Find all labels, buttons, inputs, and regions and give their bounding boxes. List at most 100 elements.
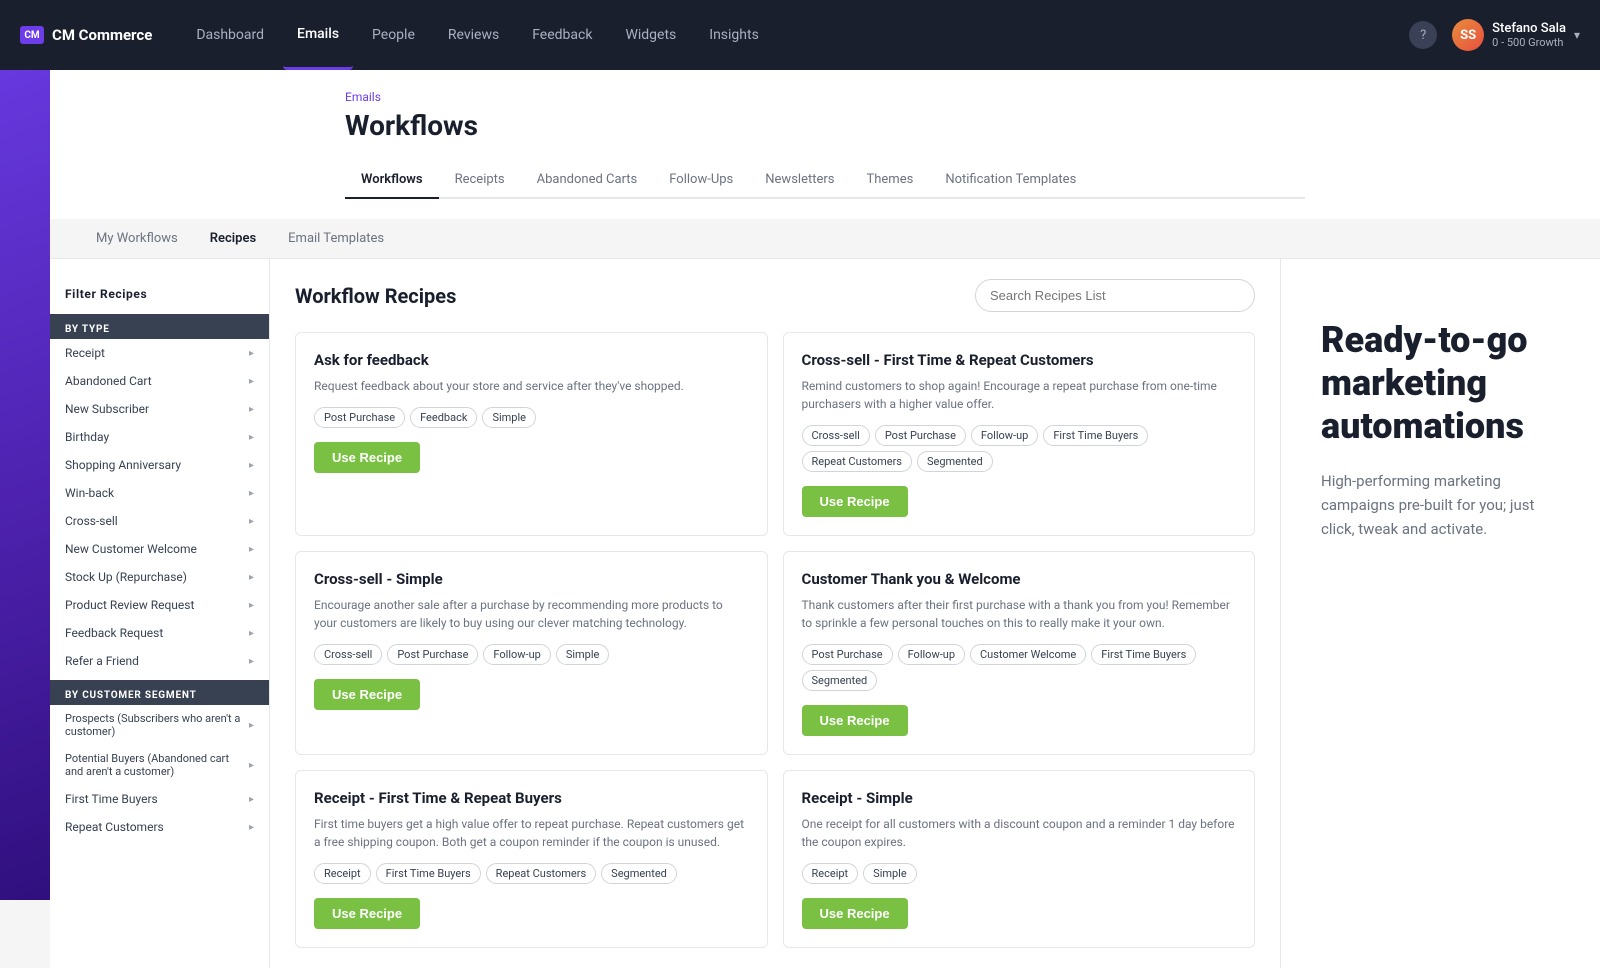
chevron-right-icon: ▸ bbox=[249, 760, 254, 771]
help-button[interactable]: ? bbox=[1409, 21, 1437, 49]
sidebar-section-by-type: BY TYPE bbox=[50, 314, 269, 339]
use-recipe-button[interactable]: Use Recipe bbox=[314, 442, 420, 473]
recipe-card-receipt-repeat: Receipt - First Time & Repeat Buyers Fir… bbox=[295, 770, 768, 948]
right-panel-description: High-performing marketing campaigns pre-… bbox=[1321, 469, 1560, 541]
sidebar-item-stock-up[interactable]: Stock Up (Repurchase) ▸ bbox=[50, 563, 269, 591]
sidebar-item-refer-friend[interactable]: Refer a Friend ▸ bbox=[50, 647, 269, 675]
sidebar-item-potential-buyers[interactable]: Potential Buyers (Abandoned cart and are… bbox=[50, 745, 269, 785]
sidebar-item-receipt[interactable]: Receipt ▸ bbox=[50, 339, 269, 367]
sidebar-item-prospects[interactable]: Prospects (Subscribers who aren't a cust… bbox=[50, 705, 269, 745]
sidebar-item-cross-sell[interactable]: Cross-sell ▸ bbox=[50, 507, 269, 535]
chevron-right-icon: ▸ bbox=[249, 404, 254, 415]
tag: First Time Buyers bbox=[1091, 644, 1196, 665]
chevron-right-icon: ▸ bbox=[249, 460, 254, 471]
tab-themes[interactable]: Themes bbox=[850, 162, 929, 199]
tab-notification-templates[interactable]: Notification Templates bbox=[929, 162, 1092, 199]
sidebar-item-new-customer-welcome[interactable]: New Customer Welcome ▸ bbox=[50, 535, 269, 563]
top-navigation: CM CM Commerce Dashboard Emails People R… bbox=[0, 0, 1600, 70]
tag: Simple bbox=[863, 863, 917, 884]
tag: First Time Buyers bbox=[376, 863, 481, 884]
nav-insights[interactable]: Insights bbox=[695, 0, 773, 70]
sidebar-item-win-back[interactable]: Win-back ▸ bbox=[50, 479, 269, 507]
sidebar-item-birthday[interactable]: Birthday ▸ bbox=[50, 423, 269, 451]
recipe-tags: Post Purchase Follow-up Customer Welcome… bbox=[802, 644, 1237, 691]
nav-links: Dashboard Emails People Reviews Feedback… bbox=[182, 0, 1379, 70]
recipe-card-customer-welcome: Customer Thank you & Welcome Thank custo… bbox=[783, 551, 1256, 755]
sidebar-item-new-subscriber[interactable]: New Subscriber ▸ bbox=[50, 395, 269, 423]
sidebar-item-first-time-buyers[interactable]: First Time Buyers ▸ bbox=[50, 785, 269, 813]
sidebar-item-product-review[interactable]: Product Review Request ▸ bbox=[50, 591, 269, 619]
subnav-my-workflows[interactable]: My Workflows bbox=[80, 219, 194, 258]
brand-logo[interactable]: CM CM Commerce bbox=[20, 26, 152, 44]
chevron-right-icon: ▸ bbox=[249, 432, 254, 443]
breadcrumb: Emails bbox=[345, 90, 1305, 104]
sidebar-title: Filter Recipes bbox=[50, 279, 269, 309]
recipe-area-title: Workflow Recipes bbox=[295, 284, 456, 308]
user-plan: 0 - 500 Growth bbox=[1492, 36, 1566, 49]
recipe-description: Remind customers to shop again! Encourag… bbox=[802, 377, 1237, 413]
chevron-right-icon: ▸ bbox=[249, 544, 254, 555]
tab-newsletters[interactable]: Newsletters bbox=[749, 162, 850, 199]
tag: Post Purchase bbox=[314, 407, 405, 428]
search-input[interactable] bbox=[975, 279, 1255, 312]
chevron-right-icon: ▸ bbox=[249, 376, 254, 387]
tab-abandoned-carts[interactable]: Abandoned Carts bbox=[521, 162, 654, 199]
user-name: Stefano Sala bbox=[1492, 21, 1566, 36]
tag: Receipt bbox=[314, 863, 371, 884]
tag: Customer Welcome bbox=[970, 644, 1086, 665]
use-recipe-button[interactable]: Use Recipe bbox=[802, 705, 908, 736]
chevron-right-icon: ▸ bbox=[249, 628, 254, 639]
sidebar-item-repeat-customers[interactable]: Repeat Customers ▸ bbox=[50, 813, 269, 841]
subnav-recipes[interactable]: Recipes bbox=[194, 219, 272, 258]
tag: Simple bbox=[482, 407, 536, 428]
use-recipe-button[interactable]: Use Recipe bbox=[314, 898, 420, 929]
user-menu[interactable]: SS Stefano Sala 0 - 500 Growth ▾ bbox=[1452, 19, 1580, 51]
main-content: Filter Recipes BY TYPE Receipt ▸ Abandon… bbox=[50, 259, 1600, 968]
sidebar: Filter Recipes BY TYPE Receipt ▸ Abandon… bbox=[50, 259, 270, 968]
nav-people[interactable]: People bbox=[358, 0, 429, 70]
tag: Follow-up bbox=[898, 644, 965, 665]
recipe-card-cross-sell-repeat: Cross-sell - First Time & Repeat Custome… bbox=[783, 332, 1256, 536]
use-recipe-button[interactable]: Use Recipe bbox=[802, 898, 908, 929]
sidebar-item-shopping-anniversary[interactable]: Shopping Anniversary ▸ bbox=[50, 451, 269, 479]
page-title: Workflows bbox=[345, 109, 1305, 142]
tag: Feedback bbox=[410, 407, 477, 428]
recipe-card-receipt-simple: Receipt - Simple One receipt for all cus… bbox=[783, 770, 1256, 948]
chevron-right-icon: ▸ bbox=[249, 516, 254, 527]
chevron-right-icon: ▸ bbox=[249, 488, 254, 499]
sidebar-item-feedback-request[interactable]: Feedback Request ▸ bbox=[50, 619, 269, 647]
tab-follow-ups[interactable]: Follow-Ups bbox=[653, 162, 749, 199]
nav-reviews[interactable]: Reviews bbox=[434, 0, 513, 70]
tag: Segmented bbox=[917, 451, 993, 472]
recipe-description: Thank customers after their first purcha… bbox=[802, 596, 1237, 632]
sidebar-item-abandoned-cart[interactable]: Abandoned Cart ▸ bbox=[50, 367, 269, 395]
content-header: Emails Workflows Workflows Receipts Aban… bbox=[315, 70, 1335, 219]
nav-emails[interactable]: Emails bbox=[283, 0, 353, 70]
nav-dashboard[interactable]: Dashboard bbox=[182, 0, 278, 70]
recipe-tags: Post Purchase Feedback Simple bbox=[314, 407, 749, 428]
recipe-tags: Receipt Simple bbox=[802, 863, 1237, 884]
nav-feedback[interactable]: Feedback bbox=[518, 0, 606, 70]
logo-icon: CM bbox=[20, 26, 44, 44]
tab-receipts[interactable]: Receipts bbox=[439, 162, 521, 199]
chevron-right-icon: ▸ bbox=[249, 656, 254, 667]
logo-text: CM Commerce bbox=[52, 26, 152, 44]
recipe-area: Workflow Recipes Ask for feedback Reques… bbox=[270, 259, 1280, 968]
sub-navigation: Workflows Receipts Abandoned Carts Follo… bbox=[345, 162, 1305, 199]
tag: Follow-up bbox=[971, 425, 1038, 446]
recipe-title: Ask for feedback bbox=[314, 351, 749, 369]
subnav-email-templates[interactable]: Email Templates bbox=[272, 219, 400, 258]
recipe-header: Workflow Recipes bbox=[295, 279, 1255, 312]
use-recipe-button[interactable]: Use Recipe bbox=[802, 486, 908, 517]
tag: Segmented bbox=[802, 670, 878, 691]
right-panel: Ready-to-go marketing automations High-p… bbox=[1280, 259, 1600, 968]
tag: Follow-up bbox=[483, 644, 550, 665]
tag: Repeat Customers bbox=[802, 451, 912, 472]
tab-workflows[interactable]: Workflows bbox=[345, 162, 439, 199]
recipe-title: Receipt - First Time & Repeat Buyers bbox=[314, 789, 749, 807]
chevron-right-icon: ▸ bbox=[249, 822, 254, 833]
nav-widgets[interactable]: Widgets bbox=[611, 0, 690, 70]
tag: Simple bbox=[556, 644, 610, 665]
recipe-title: Cross-sell - Simple bbox=[314, 570, 749, 588]
use-recipe-button[interactable]: Use Recipe bbox=[314, 679, 420, 710]
